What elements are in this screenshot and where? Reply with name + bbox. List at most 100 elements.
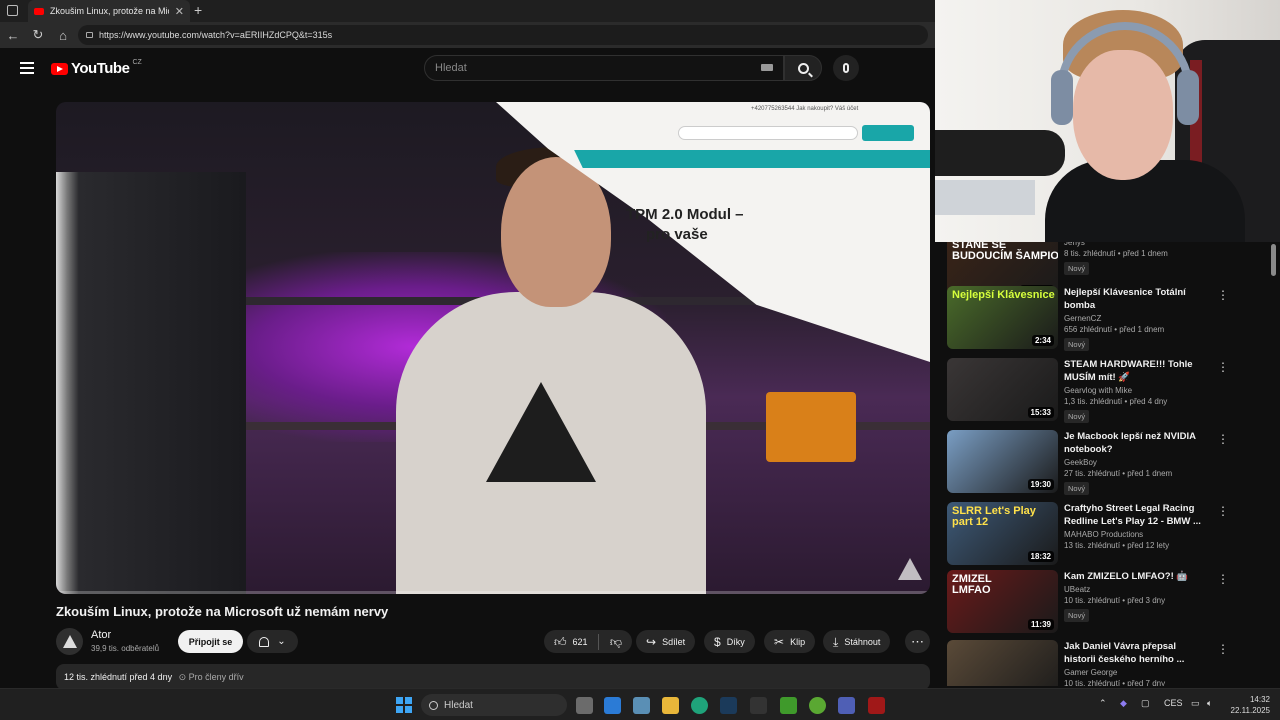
recommended-video[interactable]: SLRR Let's Play part 12 18:32 Craftyho Str…	[947, 502, 1267, 568]
recommended-channel-name[interactable]: Gamer George	[1064, 668, 1209, 677]
duration-badge: 2:34	[1031, 335, 1054, 346]
recommended-video[interactable]: Jak Daniel Vávra přepsal historii českéh…	[947, 640, 1267, 686]
youtube-wordmark: YouTube	[71, 60, 130, 77]
webcam-monitor	[935, 180, 1035, 215]
subscribe-notification-button[interactable]: ⌄	[247, 630, 298, 653]
tab-title: Zkoušim Linux, protože na Micro	[50, 6, 169, 16]
address-bar[interactable]: https://www.youtube.com/watch?v=aERIIHZd…	[78, 25, 928, 45]
search-input[interactable]: Hledat	[424, 55, 784, 81]
more-options-icon[interactable]: ⋮	[1217, 643, 1229, 655]
task-view-icon[interactable]	[576, 697, 593, 714]
tray-clipboard-icon[interactable]: ▢	[1141, 698, 1150, 709]
recommended-channel-name[interactable]: MAHABO Productions	[1064, 530, 1209, 539]
more-options-icon[interactable]: ⋮	[1217, 289, 1229, 301]
more-options-icon[interactable]: ⋮	[1217, 573, 1229, 585]
video-thumbnail[interactable]: SLRR Let's Play part 12 18:32	[947, 502, 1058, 565]
download-button[interactable]: ⤓ Stáhnout	[823, 630, 891, 653]
recommended-video-title[interactable]: Kam ZMIZELO LMFAO?! 🤖	[1064, 570, 1209, 583]
video-thumbnail[interactable]: 19:30	[947, 430, 1058, 493]
windows-start-icon[interactable]	[396, 697, 412, 713]
recommended-channel-name[interactable]: GernenCZ	[1064, 314, 1209, 323]
windows-taskbar: Hledat ⌃ ◆ ▢ CES ▭ 🔈︎ 14:32 22.11.2025	[0, 688, 1280, 720]
search-button[interactable]	[784, 55, 822, 81]
chevron-down-icon: ⌄	[277, 636, 286, 647]
more-options-icon[interactable]: ⋮	[1217, 505, 1229, 517]
video-thumbnail[interactable]: ZMIZEL LMFAO 11:39	[947, 570, 1058, 633]
channel-avatar[interactable]	[56, 628, 83, 655]
tab-actions-icon[interactable]	[7, 5, 18, 16]
more-options-icon[interactable]: ⋮	[1217, 361, 1229, 373]
recommended-channel-name[interactable]: Gearvlog with Mike	[1064, 386, 1209, 395]
widgets-icon[interactable]	[604, 697, 621, 714]
back-arrow-icon[interactable]: ←	[1, 23, 25, 47]
photos-app-icon[interactable]	[633, 697, 650, 714]
join-button[interactable]: Připojit se	[178, 630, 243, 653]
recommended-video-title[interactable]: Je Macbook lepší než NVIDIA notebook?	[1064, 430, 1209, 456]
thanks-label: Díky	[726, 636, 745, 647]
recommended-channel-name[interactable]: Jenys	[1064, 242, 1209, 247]
close-tab-icon[interactable]: ✕	[175, 5, 184, 18]
xbox-icon[interactable]	[809, 697, 826, 714]
recommended-video-title[interactable]: Craftyho Street Legal Racing Redline Let…	[1064, 502, 1209, 528]
video-thumbnail[interactable]: 15:33	[947, 358, 1058, 421]
recommended-video[interactable]: ZMIZEL LMFAO 11:39 Kam ZMIZELO LMFAO?! 🤖 UB…	[947, 570, 1267, 636]
epic-games-icon[interactable]	[750, 697, 767, 714]
recommended-video-title[interactable]: Jak Daniel Vávra přepsal historii českéh…	[1064, 640, 1209, 666]
new-badge: Nový	[1064, 262, 1090, 275]
network-icon[interactable]: ▭	[1191, 698, 1200, 709]
video-thumbnail[interactable]	[947, 640, 1058, 686]
thumbnail-text: STANE SE BUDOUCÍM ŠAMPIO	[952, 242, 1058, 262]
bell-icon	[259, 636, 270, 647]
video-overlay-heading: TPM 2.0 Modul – pro vaše	[626, 205, 744, 245]
browser-tab[interactable]: Zkoušim Linux, protože na Micro ✕	[28, 0, 190, 22]
more-actions-button[interactable]: ⋯	[905, 630, 930, 653]
tray-chevron-up-icon[interactable]: ⌃	[1099, 698, 1107, 709]
more-options-icon[interactable]: ⋮	[1217, 433, 1229, 445]
keyboard-icon[interactable]	[761, 64, 773, 71]
edge-browser-icon[interactable]	[691, 697, 708, 714]
recommended-channel-name[interactable]: GeekBoy	[1064, 458, 1209, 467]
clip-button[interactable]: ✂ Klip	[764, 630, 816, 653]
sidebar-scrollbar[interactable]	[1271, 244, 1276, 276]
recommended-video-title[interactable]: STEAM HARDWARE!!! Tohle MUSÍM mít! 🚀	[1064, 358, 1209, 384]
thumbnail-text: ZMIZEL LMFAO	[952, 573, 992, 596]
recommended-video[interactable]: 15:33 STEAM HARDWARE!!! Tohle MUSÍM mít! …	[947, 358, 1267, 424]
share-button[interactable]: ↪ Sdílet	[636, 630, 696, 653]
file-explorer-icon[interactable]	[662, 697, 679, 714]
new-tab-icon[interactable]: +	[194, 2, 202, 18]
microphone-icon	[843, 63, 849, 73]
reload-icon[interactable]: ↻	[26, 23, 50, 47]
menu-icon[interactable]	[20, 62, 34, 74]
volume-icon[interactable]: 🔈︎	[1207, 698, 1212, 709]
language-indicator[interactable]: CES	[1164, 698, 1183, 708]
download-icon: ⤓	[833, 634, 839, 649]
video-player[interactable]: +420775263544 Jak nakoupit? Váš účet TPM…	[56, 102, 930, 594]
recommended-channel-name[interactable]: UBeatz	[1064, 585, 1209, 594]
video-thumbnail[interactable]: Nejlepší Klávesnice 2:34	[947, 286, 1058, 349]
taskbar-clock[interactable]: 14:32 22.11.2025	[1226, 694, 1270, 716]
channel-name[interactable]: Ator	[91, 629, 111, 641]
home-icon[interactable]: ⌂	[51, 23, 75, 47]
video-progress-bar[interactable]	[56, 591, 930, 594]
youtube-logo[interactable]: YouTube CZ	[51, 59, 142, 77]
recommended-video[interactable]: 19:30 Je Macbook lepší než NVIDIA noteboo…	[947, 430, 1267, 496]
channel-watermark-icon[interactable]	[898, 558, 922, 580]
recommended-video[interactable]: Nejlepší Klávesnice 2:34 Nejlepší Klávesni…	[947, 286, 1267, 352]
thanks-button[interactable]: $ Díky	[704, 630, 755, 653]
recommendations-sidebar[interactable]: STANE SE BUDOUCÍM ŠAMPIO1:52:56Jenys8 ti…	[935, 242, 1280, 686]
recommended-view-count: 1,3 tis. zhlédnutí • před 4 dny	[1064, 397, 1168, 406]
like-count[interactable]: 621	[573, 637, 588, 647]
url-text: https://www.youtube.com/watch?v=aERIIHZd…	[99, 30, 333, 40]
description-box[interactable]: 12 tis. zhlédnutí před 4 dny ⊙ Pro členy…	[56, 664, 930, 690]
dislike-icon[interactable]: 👎︎	[610, 636, 622, 648]
nvidia-icon[interactable]	[780, 697, 797, 714]
taskbar-search[interactable]: Hledat	[421, 694, 567, 716]
steam-icon[interactable]	[720, 697, 737, 714]
tray-app-icon[interactable]: ◆	[1120, 698, 1127, 709]
app-icon[interactable]	[838, 697, 855, 714]
recommended-video-title[interactable]: Nejlepší Klávesnice Totální bomba	[1064, 286, 1209, 312]
voice-search-button[interactable]	[833, 55, 859, 81]
like-icon[interactable]: 👍︎	[554, 636, 567, 648]
channel-logo-icon	[62, 635, 77, 648]
obs-icon[interactable]	[868, 697, 885, 714]
